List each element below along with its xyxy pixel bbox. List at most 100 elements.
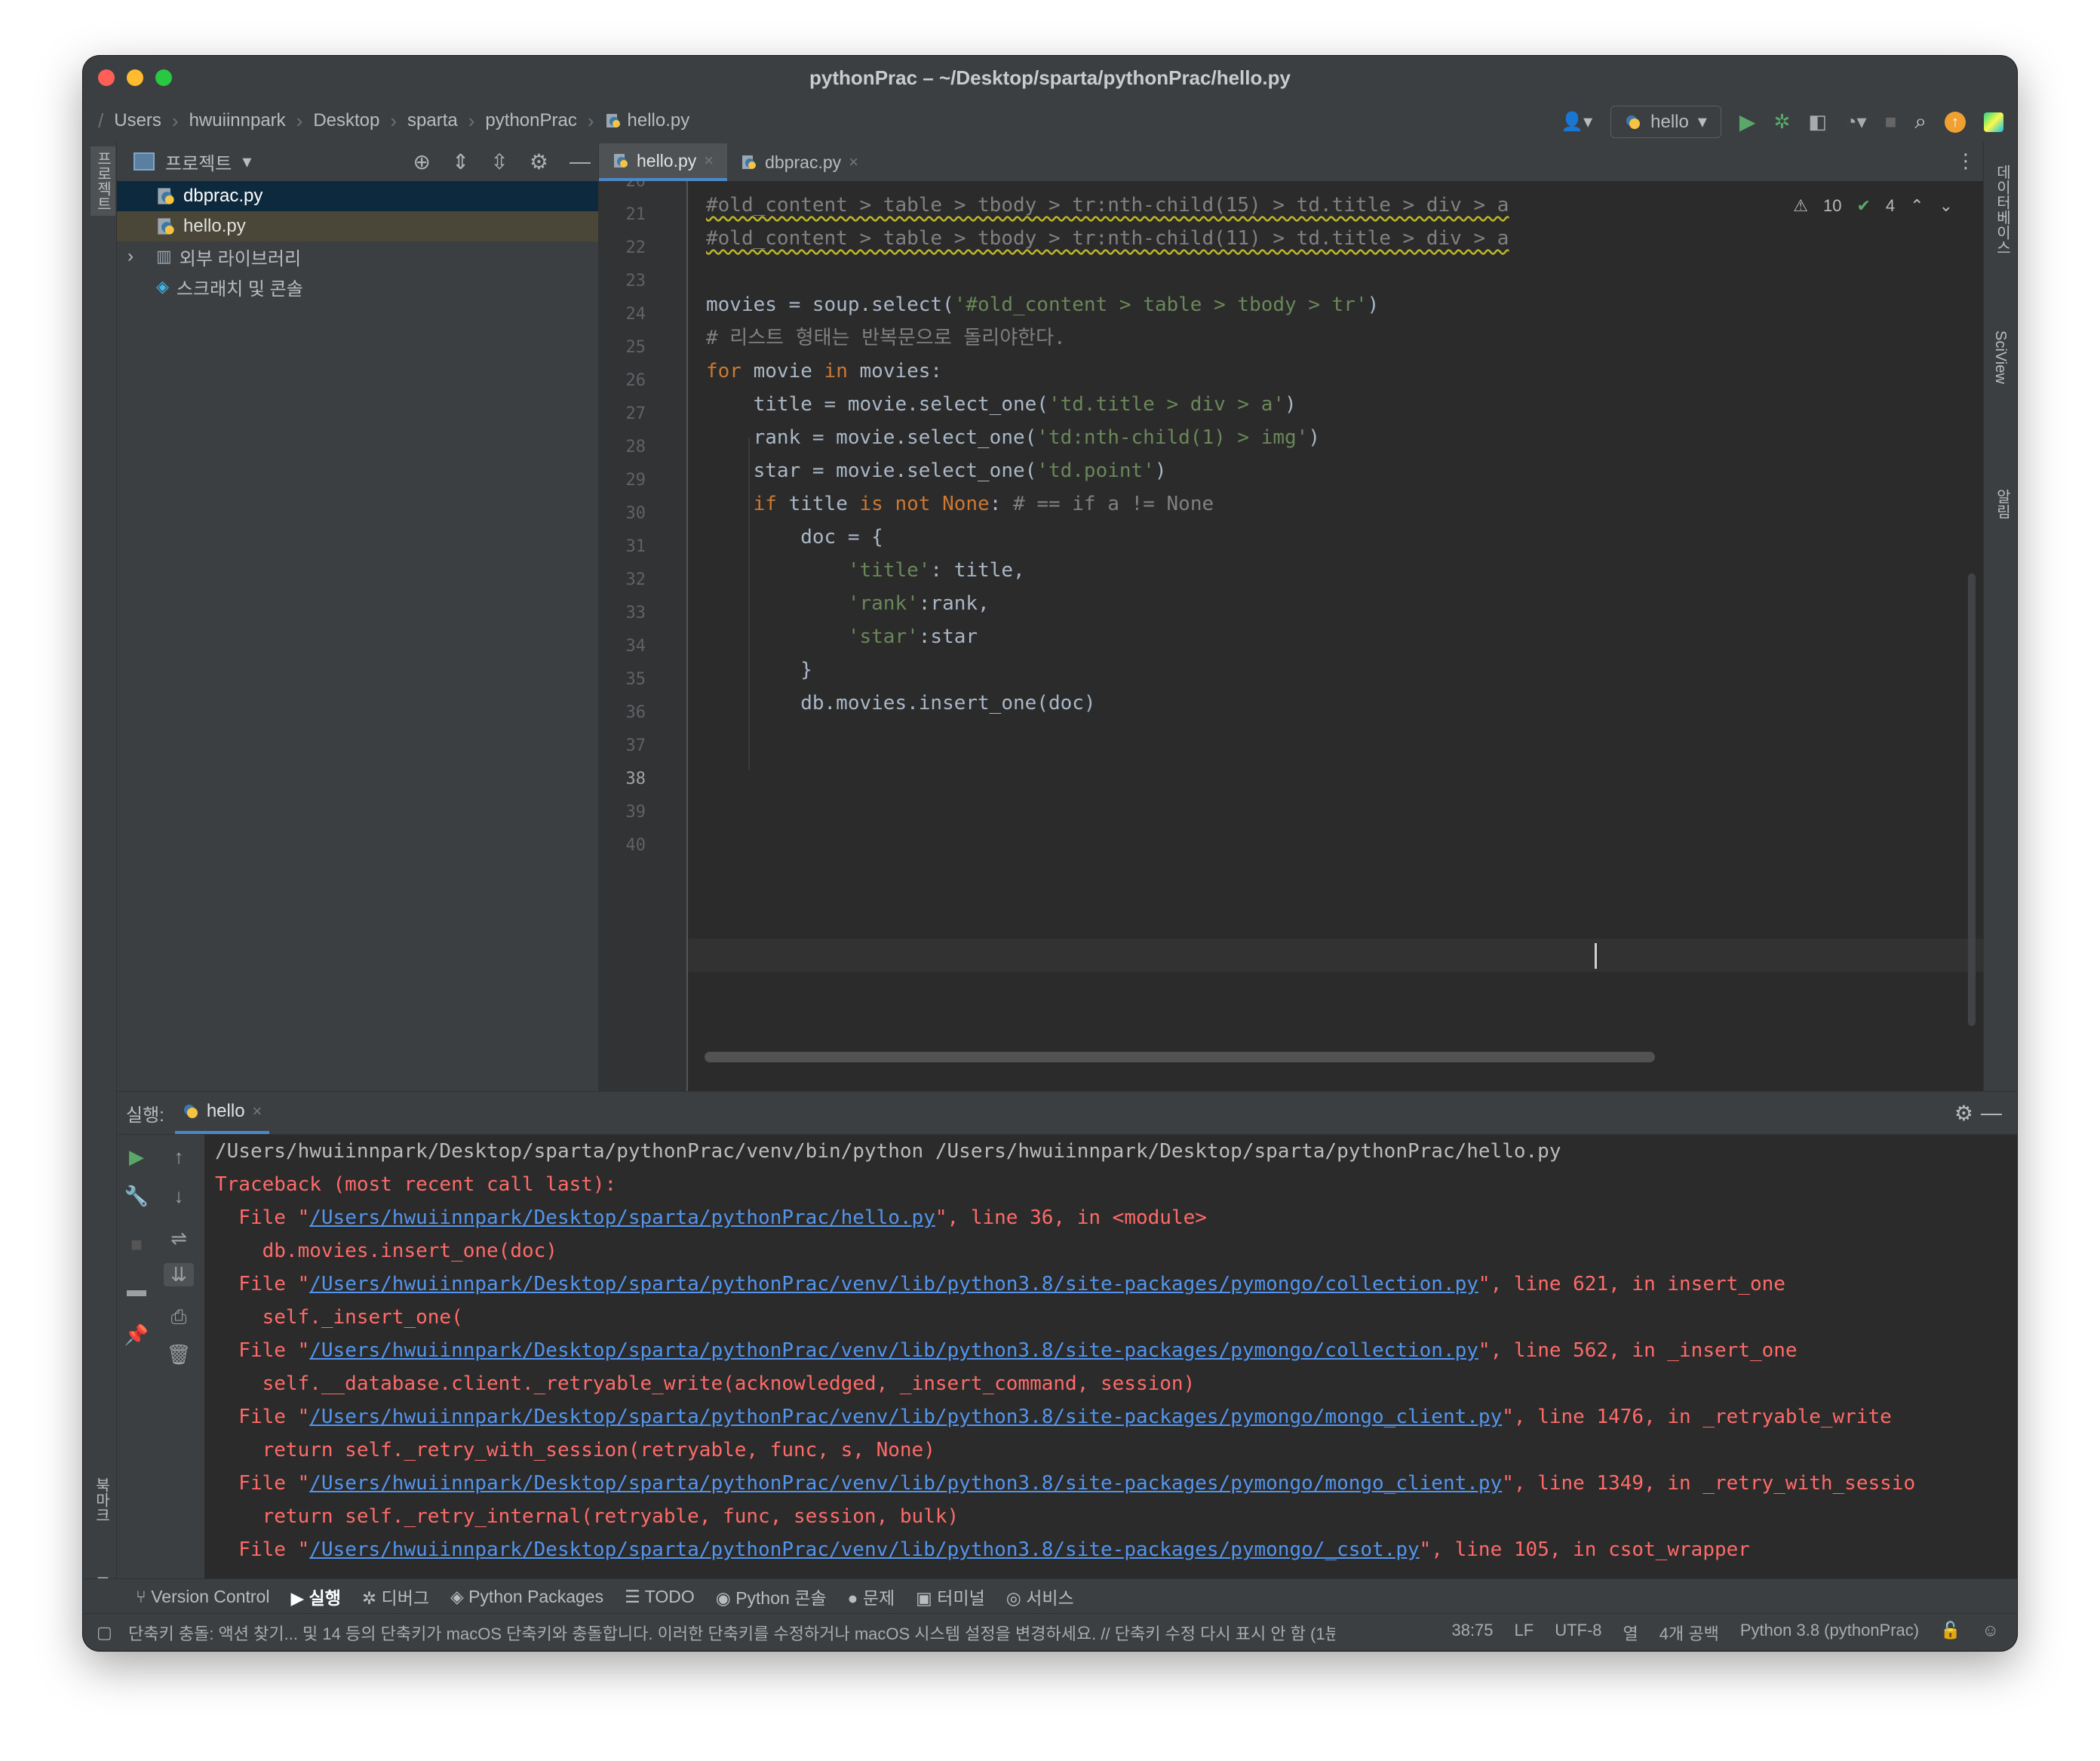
soft-wrap-icon[interactable]: ⇌ [164,1227,194,1250]
tool-version-control[interactable]: ⑂ Version Control [136,1587,269,1607]
bookmarks-tool-button[interactable]: 북마크 [91,1477,112,1523]
print-icon[interactable]: ⎙ [164,1305,194,1329]
tree-item-hello[interactable]: hello.py [117,211,598,241]
zoom-window-button[interactable] [155,69,172,86]
run-configuration-select[interactable]: hello ▾ [1610,106,1721,138]
jetbrains-logo-icon[interactable] [1984,112,2003,132]
gear-icon[interactable]: ⚙ [530,149,548,174]
breadcrumb-sparta[interactable]: sparta [397,110,468,131]
file-link[interactable]: /Users/hwuiinnpark/Desktop/sparta/python… [309,1406,1502,1428]
wrench-icon[interactable]: 🔧 [121,1185,152,1208]
tool-run[interactable]: ▶ 실행 [290,1584,340,1609]
window-controls [98,69,172,86]
tool-services[interactable]: ◎ 서비스 [1006,1584,1074,1609]
tree-item-dbprac[interactable]: dbprac.py [117,181,598,211]
chevron-right-icon[interactable]: › [127,246,149,267]
file-link[interactable]: /Users/hwuiinnpark/Desktop/sparta/python… [309,1538,1419,1561]
tool-terminal[interactable]: ▣ 터미널 [916,1584,985,1609]
gear-icon[interactable]: ⚙ [1954,1101,1973,1126]
close-icon[interactable]: × [704,151,714,171]
project-panel-header: 프로젝트 ▾ ⊕ ⇕ ⇳ ⚙ — [117,142,598,181]
user-account-icon[interactable]: 👤▾ [1561,111,1592,133]
breadcrumb-users[interactable]: Users [103,110,172,131]
arrow-up-icon[interactable]: ↑ [164,1145,194,1169]
search-icon[interactable]: ⌕ [1914,109,1927,134]
debug-icon[interactable]: ✲ [1773,110,1790,134]
breadcrumb-file[interactable]: hello.py [594,110,701,131]
console-source: self.__database.client._retryable_write(… [215,1372,1196,1395]
status-toggle-icon[interactable]: ▢ [97,1623,112,1643]
profile-icon[interactable]: ◔▾ [1845,110,1867,134]
trash-icon[interactable]: 🗑 [164,1343,194,1366]
tool-python-packages[interactable]: ◈ Python Packages [450,1587,603,1607]
line-number: 21 [625,205,646,224]
code-line-25: # 리스트 형태는 반복문으로 돌리야한다. [706,327,1066,349]
minimize-window-button[interactable] [127,69,143,86]
hide-panel-icon[interactable]: — [1981,1101,2002,1125]
project-view-select[interactable]: 프로젝트 [165,149,232,175]
sciview-tool-button[interactable]: SciView [1991,330,2009,384]
line-separator[interactable]: LF [1515,1621,1534,1645]
inspection-widget[interactable]: ⚠ 10 ✔ 4 ⌃ ⌄ [1793,196,1953,216]
file-link[interactable]: /Users/hwuiinnpark/Desktop/sparta/python… [309,1273,1478,1295]
scratch-icon: ◈ [156,277,169,296]
chevron-up-icon[interactable]: ⌃ [1910,196,1923,216]
chevron-down-icon[interactable]: ⌄ [1939,196,1953,216]
coverage-icon[interactable]: ◧ [1808,110,1827,134]
breadcrumb-desktop[interactable]: Desktop [302,110,390,131]
indent-setting[interactable]: 4개 공백 [1659,1621,1719,1645]
file-link[interactable]: /Users/hwuiinnpark/Desktop/sparta/python… [309,1206,935,1229]
run-tab-hello[interactable]: hello × [174,1092,270,1134]
file-link[interactable]: /Users/hwuiinnpark/Desktop/sparta/python… [309,1339,1478,1362]
run-icon[interactable]: ▶ [1739,109,1756,134]
tab-dbprac[interactable]: dbprac.py × [727,143,872,181]
rerun-icon[interactable]: ▶ [121,1145,152,1169]
status-message[interactable]: 단축키 충돌: 액션 찾기... 및 14 등의 단축키가 macOS 단축키와… [83,1621,1335,1645]
editor-vertical-scrollbar[interactable] [1968,573,1976,1026]
breadcrumb-project[interactable]: pythonPrac [474,110,587,131]
more-tabs-icon[interactable]: ⋮ [1956,149,1976,173]
tree-item-external-libraries[interactable]: › ▥ 외부 라이브러리 [117,241,598,272]
file-encoding[interactable]: UTF-8 [1555,1621,1601,1645]
chevron-down-icon: ▾ [1697,112,1707,132]
notifications-tool-button[interactable]: 알림 [1991,489,2013,519]
close-icon[interactable]: × [253,1102,262,1121]
lock-icon[interactable]: 🔓 [1940,1621,1960,1645]
python-interpreter[interactable]: Python 3.8 (pythonPrac) [1740,1621,1919,1645]
hide-panel-icon[interactable]: — [570,149,591,174]
tree-item-scratches[interactable]: ◈ 스크래치 및 콘솔 [117,272,598,302]
locate-file-icon[interactable]: ⊕ [413,149,430,174]
line-number: 37 [625,736,646,755]
stop-icon[interactable]: ■ [121,1233,152,1256]
project-tool-button[interactable]: 프로젝트 [91,146,115,216]
expand-all-icon[interactable]: ⇕ [452,149,469,174]
code-line-27: title = movie.select_one('td.title > div… [706,393,1297,416]
tool-debug[interactable]: ✲ 디버그 [362,1584,429,1609]
scroll-to-end-icon[interactable]: ⇊ [164,1263,194,1286]
line-number: 31 [625,537,646,556]
notifications-icon[interactable]: ☺ [1982,1621,1999,1645]
console-output[interactable]: /Users/hwuiinnpark/Desktop/sparta/python… [206,1135,1999,1605]
tool-problems[interactable]: ● 문제 [848,1584,895,1609]
code-editor[interactable]: 20 21 22 23 24 25 26 27 28 29 30 31 32 3… [599,181,1983,1091]
update-icon[interactable]: ↑ [1945,111,1966,133]
chevron-down-icon[interactable]: ▾ [242,151,251,173]
tool-python-console[interactable]: ◉ Python 콘솔 [716,1584,827,1609]
caret-position[interactable]: 38:75 [1451,1621,1493,1645]
pin-icon[interactable]: 📌 [121,1323,152,1347]
collapse-all-icon[interactable]: ⇳ [490,149,508,174]
editor-horizontal-scrollbar[interactable] [705,1052,1953,1062]
tool-todo[interactable]: ☰ TODO [625,1587,695,1607]
file-link[interactable]: /Users/hwuiinnpark/Desktop/sparta/python… [309,1472,1502,1495]
code-line-22: #old_content > table > tbody > tr:nth-ch… [706,227,1509,250]
close-window-button[interactable] [98,69,115,86]
column-mode[interactable]: 열 [1623,1621,1638,1645]
breadcrumb-user[interactable]: hwuiinnpark [179,110,296,131]
close-icon[interactable]: × [849,152,858,172]
line-number: 33 [625,604,646,622]
database-tool-button[interactable]: 데이터베이스 [1991,164,2013,255]
arrow-down-icon[interactable]: ↓ [164,1185,194,1208]
stop-icon[interactable]: ■ [1885,110,1897,134]
tab-hello[interactable]: hello.py × [599,143,728,181]
layout-icon[interactable]: ▬ [121,1278,152,1302]
